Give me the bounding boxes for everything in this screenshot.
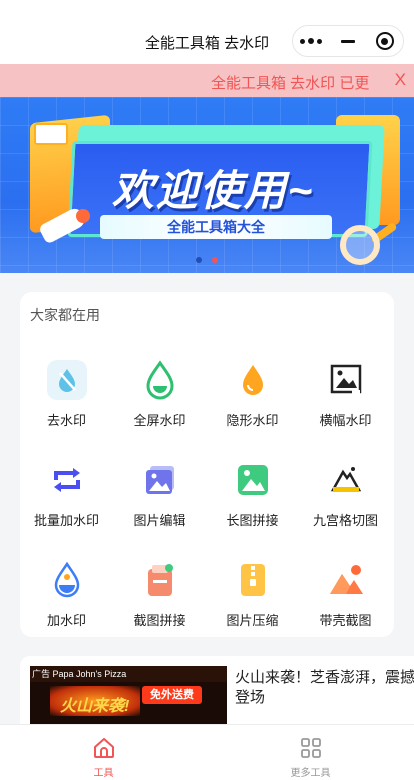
tab-tools[interactable]: 工具: [0, 725, 207, 780]
minus-icon: [341, 39, 355, 43]
zip-file-icon: [233, 560, 273, 600]
tool-frame-screenshot[interactable]: 带壳截图: [299, 560, 392, 630]
page-title-text: 全能工具箱 去水印: [144, 35, 270, 52]
play-screen-icon: [34, 123, 68, 145]
banner-title: 欢迎使用~: [111, 167, 315, 214]
carousel-dot-active[interactable]: [212, 257, 218, 263]
tool-remove-watermark[interactable]: 去水印: [20, 360, 113, 430]
screenshot-icon: [140, 560, 180, 600]
tab-more-tools-label: 更多工具: [290, 768, 331, 779]
carousel-dot[interactable]: [196, 257, 202, 263]
tool-long-image-stitch[interactable]: 长图拼接: [206, 460, 299, 530]
home-icon: [91, 735, 117, 761]
photo-stack-icon: [140, 460, 180, 500]
water-drop-icon: [140, 360, 180, 400]
mountain-frame-icon: [326, 460, 366, 500]
orange-drop-icon: [233, 360, 273, 400]
welcome-banner[interactable]: 欢迎使用~ 全能工具箱大全: [0, 97, 414, 273]
news-item[interactable]: 广告 Papa John's Pizza 火山来袭! 免外送费 火山来袭！芝香澎…: [20, 656, 414, 724]
tool-image-compress[interactable]: 图片压缩: [206, 560, 299, 630]
tool-batch-watermark[interactable]: 批量加水印: [20, 460, 113, 530]
tool-image-edit[interactable]: 图片编辑: [113, 460, 206, 530]
notice-text: 全能工具箱 去水印 已更: [211, 75, 370, 92]
tool-add-watermark[interactable]: 加水印: [20, 560, 113, 630]
news-thumbnail: 广告 Papa John's Pizza 火山来袭! 免外送费: [30, 666, 227, 724]
bottom-tab-bar: 工具 更多工具: [0, 724, 414, 780]
tools-card: 大家都在用 去水印 全屏水印 隐形水印 横幅水印 批量加水印 图片编辑 长图拼接…: [20, 292, 394, 637]
banner-subtitle: 全能工具箱大全: [100, 215, 332, 239]
tool-screenshot-stitch[interactable]: 截图拼接: [113, 560, 206, 630]
tab-tools-label: 工具: [93, 768, 114, 779]
add-drop-icon: [47, 560, 87, 600]
notice-close-button[interactable]: X: [395, 70, 406, 90]
more-options-button[interactable]: [293, 26, 330, 56]
tab-more-tools[interactable]: 更多工具: [207, 725, 414, 780]
navigation-bar: 全能工具箱 去水印: [0, 0, 414, 64]
news-title: 火山来袭！芝香澎湃，震撼登场: [235, 669, 414, 706]
grid-icon: [298, 735, 324, 761]
magnifier-icon: [340, 225, 380, 265]
minimize-button[interactable]: [330, 26, 367, 56]
image-frame-icon: [326, 360, 366, 400]
tools-section-title: 大家都在用: [30, 307, 100, 323]
repeat-icon: [47, 460, 87, 500]
ad-badge: 免外送费: [142, 686, 202, 704]
tool-banner-watermark[interactable]: 横幅水印: [299, 360, 392, 430]
target-icon: [375, 32, 394, 50]
more-dots-icon: [300, 38, 323, 44]
tool-grid-cut[interactable]: 九宫格切图: [299, 460, 392, 530]
mini-program-capsule: [292, 25, 404, 57]
droplet-slash-icon: [46, 360, 87, 400]
tool-fullscreen-watermark[interactable]: 全屏水印: [113, 360, 206, 430]
close-program-button[interactable]: [366, 26, 403, 56]
ad-brand-text: 广告 Papa John's Pizza: [32, 669, 127, 679]
tool-invisible-watermark[interactable]: 隐形水印: [206, 360, 299, 430]
mountain-sun-icon: [326, 560, 366, 600]
green-image-icon: [233, 460, 273, 500]
notice-bar: 全能工具箱 去水印 已更 X: [0, 64, 414, 97]
ad-headline: 火山来袭!: [60, 698, 130, 715]
